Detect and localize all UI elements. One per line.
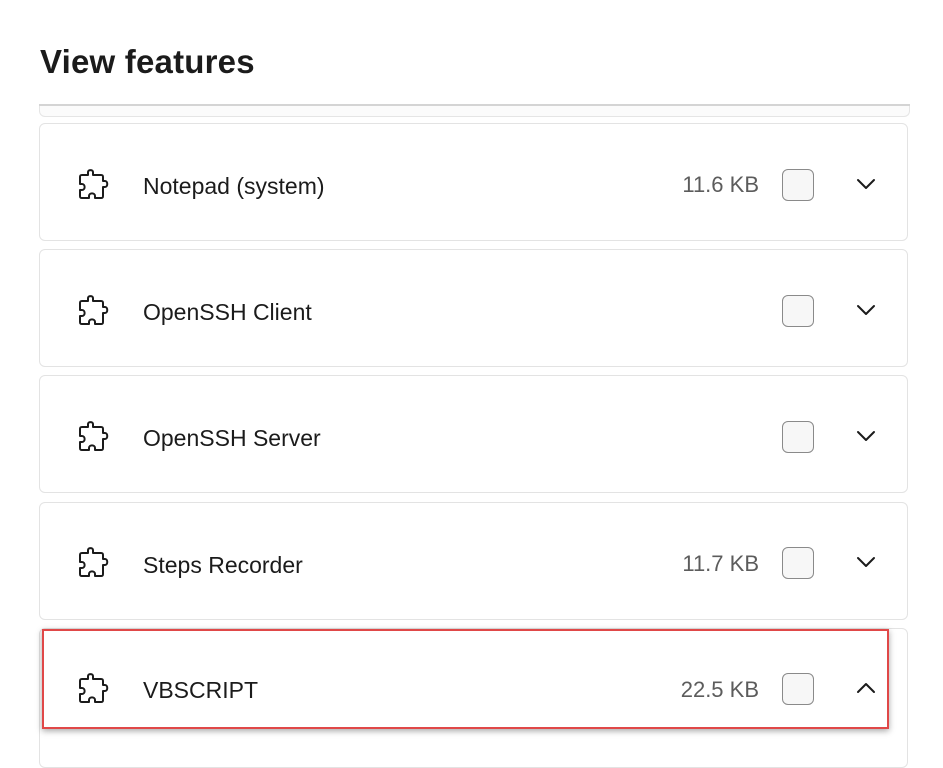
feature-size: 11.7 KB xyxy=(682,551,759,576)
feature-item-notepad[interactable]: Notepad (system) 11.6 KB xyxy=(39,123,908,241)
feature-checkbox[interactable] xyxy=(782,169,814,201)
chevron-down-icon[interactable] xyxy=(853,171,879,197)
feature-checkbox[interactable] xyxy=(782,295,814,327)
feature-name: Steps Recorder xyxy=(143,552,303,578)
chevron-down-icon[interactable] xyxy=(853,549,879,575)
puzzle-piece-icon xyxy=(79,547,109,577)
feature-size: 11.6 KB xyxy=(682,172,759,197)
feature-size: 22.5 KB xyxy=(680,677,759,702)
feature-name: Notepad (system) xyxy=(143,173,325,199)
feature-item-openssh-client[interactable]: OpenSSH Client xyxy=(39,249,908,367)
feature-name: OpenSSH Server xyxy=(143,425,321,451)
feature-checkbox[interactable] xyxy=(782,673,814,705)
feature-name: VBSCRIPT xyxy=(143,677,259,703)
feature-item-vbscript[interactable]: VBSCRIPT 22.5 KB xyxy=(39,628,908,768)
puzzle-piece-icon xyxy=(79,169,109,199)
chevron-down-icon[interactable] xyxy=(853,297,879,323)
puzzle-piece-icon xyxy=(79,673,109,703)
feature-item-openssh-server[interactable]: OpenSSH Server xyxy=(39,375,908,493)
feature-checkbox[interactable] xyxy=(782,547,814,579)
feature-name: OpenSSH Client xyxy=(143,299,312,325)
puzzle-piece-icon xyxy=(79,295,109,325)
feature-item-steps-recorder[interactable]: Steps Recorder 11.7 KB xyxy=(39,502,908,620)
puzzle-piece-icon xyxy=(79,421,109,451)
feature-checkbox[interactable] xyxy=(782,421,814,453)
chevron-up-icon[interactable] xyxy=(853,675,879,701)
chevron-down-icon[interactable] xyxy=(853,423,879,449)
feature-list: Notepad (system) 11.6 KB OpenSSH Client … xyxy=(0,0,943,768)
